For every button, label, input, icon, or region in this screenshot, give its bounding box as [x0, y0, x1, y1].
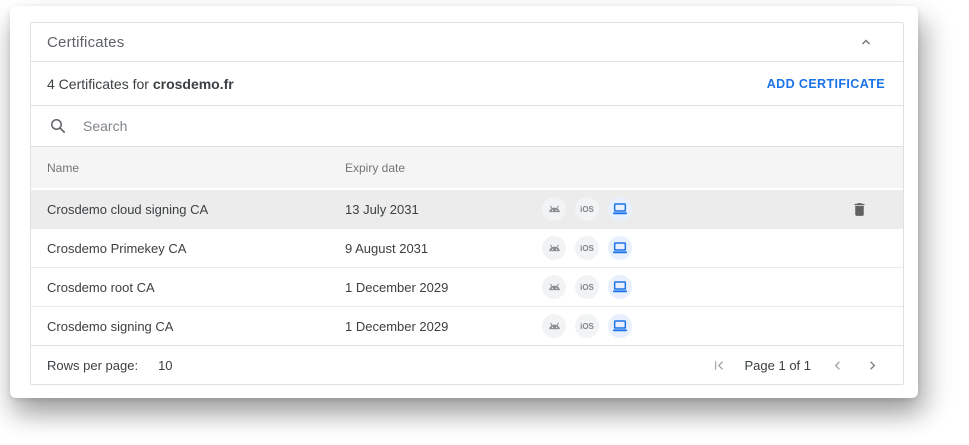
table-footer: Rows per page: 10 Page 1 of 1 — [31, 346, 903, 384]
ios-icon: iOS — [575, 314, 599, 338]
row-actions — [831, 201, 887, 218]
next-page-button[interactable] — [864, 357, 881, 374]
certificate-expiry: 1 December 2029 — [345, 280, 542, 295]
certificates-count-text: 4 Certificates for — [47, 76, 153, 92]
column-header-name: Name — [47, 161, 345, 175]
chromebook-icon — [608, 275, 632, 299]
certificate-expiry: 1 December 2029 — [345, 319, 542, 334]
rows-per-page-label: Rows per page: — [47, 358, 138, 373]
search-bar — [31, 106, 903, 147]
domain-name: crosdemo.fr — [153, 76, 234, 92]
table-row[interactable]: Crosdemo root CA 1 December 2029 iOS — [31, 268, 903, 307]
android-icon — [542, 314, 566, 338]
collapse-panel-button[interactable] — [859, 35, 873, 49]
screenshot-page: Certificates 4 Certificates for crosdemo… — [10, 6, 918, 398]
pagination: Page 1 of 1 — [710, 357, 882, 374]
search-input[interactable] — [81, 117, 885, 135]
chromebook-icon — [608, 314, 632, 338]
platform-indicators: iOS — [542, 197, 831, 221]
ios-icon: iOS — [575, 197, 599, 221]
table-row[interactable]: Crosdemo Primekey CA 9 August 2031 iOS — [31, 229, 903, 268]
chevron-up-icon — [859, 35, 873, 49]
platform-indicators: iOS — [542, 236, 831, 260]
panel-header: Certificates — [31, 23, 903, 62]
table-body: Crosdemo cloud signing CA 13 July 2031 i… — [31, 190, 903, 346]
table-row[interactable]: Crosdemo signing CA 1 December 2029 iOS — [31, 307, 903, 346]
android-icon — [542, 197, 566, 221]
chromebook-icon — [608, 197, 632, 221]
chevron-right-icon — [864, 357, 881, 374]
platform-indicators: iOS — [542, 314, 831, 338]
previous-page-button[interactable] — [829, 357, 846, 374]
rows-per-page-value[interactable]: 10 — [158, 358, 172, 373]
table-row[interactable]: Crosdemo cloud signing CA 13 July 2031 i… — [31, 190, 903, 229]
add-certificate-button[interactable]: ADD CERTIFICATE — [765, 71, 887, 97]
search-icon — [49, 117, 67, 135]
delete-icon[interactable] — [851, 201, 868, 218]
certificates-panel: Certificates 4 Certificates for crosdemo… — [30, 22, 904, 385]
certificate-name: Crosdemo root CA — [47, 280, 345, 295]
panel-title: Certificates — [47, 34, 124, 51]
ios-icon: iOS — [575, 275, 599, 299]
certificates-summary: 4 Certificates for crosdemo.fr — [47, 76, 234, 92]
certificate-name: Crosdemo Primekey CA — [47, 241, 345, 256]
page-indicator: Page 1 of 1 — [745, 358, 812, 373]
certificate-expiry: 13 July 2031 — [345, 202, 542, 217]
certificate-expiry: 9 August 2031 — [345, 241, 542, 256]
panel-subheader: 4 Certificates for crosdemo.fr ADD CERTI… — [31, 62, 903, 106]
chevron-left-icon — [829, 357, 846, 374]
certificate-name: Crosdemo cloud signing CA — [47, 202, 345, 217]
certificate-name: Crosdemo signing CA — [47, 319, 345, 334]
table-header-row: Name Expiry date — [31, 147, 903, 190]
android-icon — [542, 236, 566, 260]
ios-icon: iOS — [575, 236, 599, 260]
column-header-expiry: Expiry date — [345, 161, 542, 175]
chromebook-icon — [608, 236, 632, 260]
first-page-button[interactable] — [710, 357, 727, 374]
first-page-icon — [710, 357, 727, 374]
android-icon — [542, 275, 566, 299]
platform-indicators: iOS — [542, 275, 831, 299]
